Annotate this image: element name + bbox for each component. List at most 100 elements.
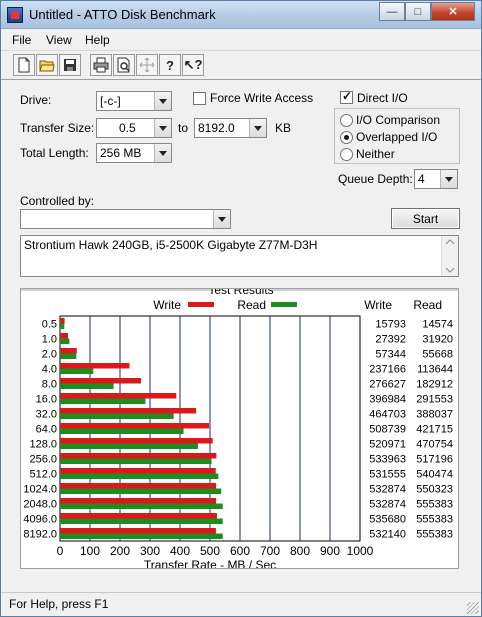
write-bar	[60, 468, 216, 474]
close-button[interactable]: ✕	[431, 2, 475, 21]
transfer-size-label: 8.0	[42, 379, 57, 391]
print-button[interactable]	[90, 54, 112, 76]
write-value: 27392	[375, 334, 406, 346]
start-button[interactable]: Start	[391, 208, 460, 229]
write-bar	[60, 333, 69, 339]
maximize-button[interactable]: □	[405, 2, 431, 21]
write-value: 535680	[369, 514, 406, 526]
scroll-up-icon[interactable]	[446, 239, 454, 245]
read-bar	[60, 338, 70, 344]
read-bar	[60, 533, 223, 539]
description-textbox[interactable]: Strontium Hawk 240GB, i5-2500K Gigabyte …	[20, 235, 459, 277]
toolbar: ? ↖?	[1, 52, 481, 80]
write-bar	[60, 423, 210, 429]
chevron-down-icon[interactable]	[440, 170, 457, 188]
drive-select[interactable]: [-c-]	[96, 91, 172, 111]
window-controls: — □ ✕	[379, 2, 475, 21]
chevron-down-icon[interactable]	[154, 144, 171, 162]
legend-read-label: Read	[237, 298, 266, 312]
write-value: 532140	[369, 529, 406, 541]
write-bar	[60, 348, 77, 354]
help-icon: ?	[166, 57, 174, 73]
x-tick-label: 100	[80, 544, 100, 558]
read-value: 540474	[416, 469, 453, 481]
transfer-size-label: 256.0	[29, 454, 57, 466]
chevron-down-icon[interactable]	[154, 92, 171, 110]
transfer-size-label: 8192.0	[23, 529, 57, 541]
controlled-by-label: Controlled by:	[20, 194, 95, 208]
read-bar	[60, 488, 222, 494]
print-preview-button[interactable]	[113, 54, 135, 76]
read-value: 421715	[416, 424, 453, 436]
move-icon	[139, 57, 155, 73]
read-bar	[60, 443, 198, 449]
transfer-size-label: Transfer Size:	[20, 121, 95, 135]
save-icon	[64, 59, 76, 71]
direct-io-checkbox[interactable]	[340, 89, 353, 104]
context-help-button[interactable]: ↖?	[182, 54, 204, 76]
help-button[interactable]: ?	[159, 54, 181, 76]
transfer-size-label: 1024.0	[23, 484, 57, 496]
total-length-value: 256 MB	[100, 146, 142, 160]
transfer-size-from-select[interactable]: 0.5	[96, 118, 172, 138]
legend-write-swatch	[188, 302, 214, 307]
title-bar[interactable]: Untitled - ATTO Disk Benchmark — □ ✕	[1, 1, 481, 29]
transfer-size-to-select[interactable]: 8192.0	[194, 118, 267, 138]
print-preview-icon	[117, 57, 130, 73]
read-bar	[60, 518, 223, 524]
x-tick-label: 600	[230, 544, 250, 558]
x-tick-label: 800	[290, 544, 310, 558]
write-bar	[60, 393, 177, 399]
read-value: 291553	[416, 394, 453, 406]
read-value: 550323	[416, 484, 453, 496]
scroll-down-icon[interactable]	[446, 267, 454, 273]
move-button[interactable]	[136, 54, 158, 76]
chevron-down-icon[interactable]	[249, 119, 266, 137]
x-tick-label: 1000	[347, 544, 374, 558]
force-write-access-checkbox[interactable]	[193, 92, 206, 105]
queue-depth-label: Queue Depth:	[338, 172, 413, 186]
read-bar	[60, 473, 219, 479]
write-value: 531555	[369, 469, 406, 481]
description-scrollbar[interactable]	[441, 236, 458, 276]
read-value: 388037	[416, 409, 453, 421]
io-comparison-label: I/O Comparison	[356, 113, 441, 127]
write-bar	[60, 528, 216, 534]
drive-value: [-c-]	[100, 94, 121, 108]
open-button[interactable]	[36, 54, 58, 76]
read-value: 555383	[416, 499, 453, 511]
menu-help[interactable]: Help	[85, 33, 110, 47]
new-file-button[interactable]	[13, 54, 35, 76]
read-bar	[60, 503, 223, 509]
total-length-label: Total Length:	[20, 146, 89, 160]
kb-label: KB	[275, 121, 292, 135]
context-help-icon: ↖?	[183, 57, 203, 72]
queue-depth-select[interactable]: 4	[414, 169, 458, 189]
atto-app-icon	[7, 7, 23, 23]
transfer-size-label: 1.0	[42, 334, 57, 346]
read-value: 517196	[416, 454, 453, 466]
minimize-button[interactable]: —	[379, 2, 405, 21]
transfer-size-to-value: 8192.0	[198, 121, 235, 135]
total-length-select[interactable]: 256 MB	[96, 143, 172, 163]
test-results-chart: Test Results Write Read Write Read 0 100 2…	[21, 283, 458, 572]
transfer-size-label: 512.0	[29, 469, 57, 481]
write-value: 396984	[369, 394, 406, 406]
controlled-by-select[interactable]	[20, 209, 231, 229]
resize-grip-icon[interactable]	[467, 602, 479, 614]
chevron-down-icon[interactable]	[213, 210, 230, 228]
io-comparison-radio[interactable]	[340, 114, 353, 127]
menu-view[interactable]: View	[46, 33, 72, 47]
force-write-access-label: Force Write Access	[210, 91, 314, 105]
menu-file[interactable]: File	[12, 33, 31, 47]
chevron-down-icon[interactable]	[154, 119, 171, 137]
write-value: 15793	[375, 319, 406, 331]
overlapped-io-radio[interactable]	[340, 131, 353, 144]
new-file-icon	[18, 57, 30, 73]
write-bar	[60, 498, 217, 504]
read-bar	[60, 398, 146, 404]
read-value: 113644	[417, 364, 453, 376]
neither-radio[interactable]	[340, 148, 353, 161]
save-button[interactable]	[59, 54, 81, 76]
write-bar	[60, 483, 217, 489]
